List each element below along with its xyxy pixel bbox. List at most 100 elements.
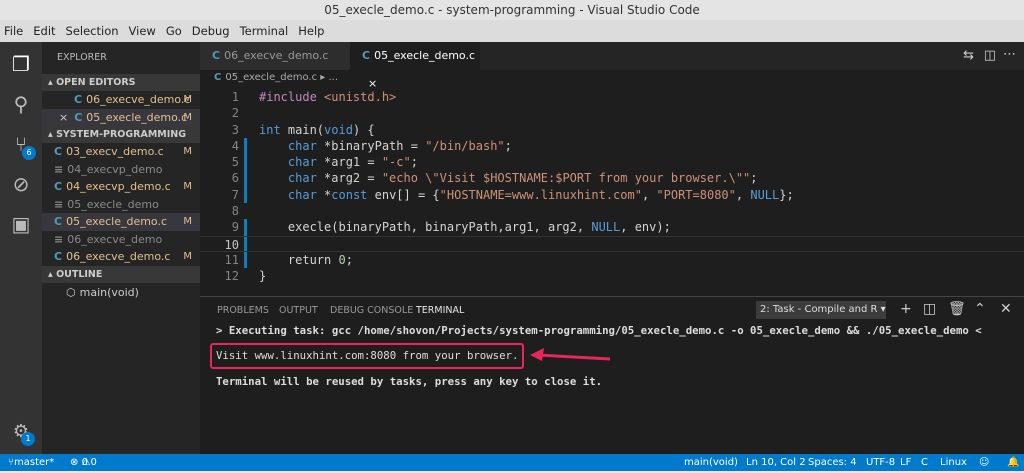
modified-gutter-marker [244, 236, 247, 251]
project-label: SYSTEM-PROGRAMMING [56, 129, 187, 140]
c-file-icon: C [54, 215, 63, 228]
cursor-position[interactable]: Ln 10, Col 2 [746, 454, 806, 471]
more-actions-icon[interactable]: ⋯ [1003, 47, 1016, 62]
breadcrumb-file[interactable]: 05_execle_demo.c [225, 72, 317, 83]
tab-output[interactable]: OUTPUT [279, 305, 318, 316]
c-file-icon: C [212, 49, 221, 62]
chevron-up-icon[interactable]: ⌃ [974, 301, 986, 317]
code-line: 9 execle(binaryPath, binaryPath,arg1, ar… [200, 219, 1024, 236]
extensions-icon[interactable]: ▣ [9, 212, 33, 236]
menu-view[interactable]: View [129, 24, 156, 38]
code-line: 10 [200, 235, 1024, 252]
code-token: "-c" [381, 155, 411, 170]
line-number: 8 [231, 204, 239, 219]
menu-debug[interactable]: Debug [192, 24, 230, 38]
code-token: char [259, 187, 325, 202]
split-editor-icon[interactable]: ◫ [984, 48, 996, 63]
code-token: int [259, 122, 288, 137]
code-token: "/bin/bash" [425, 138, 505, 153]
tab-06-execve[interactable]: C 06_execve_demo.c [200, 42, 350, 70]
encoding[interactable]: UTF-8 [866, 454, 895, 471]
code-token: }; [779, 187, 794, 202]
open-editor-item[interactable]: C 06_execve_demo.c M [42, 91, 200, 109]
explorer-icon[interactable]: ❐ [9, 52, 33, 76]
file-item[interactable]: ≡ 06_execve_demo [42, 231, 200, 249]
outline-item[interactable]: ⬡ main(void) [42, 283, 200, 303]
split-terminal-icon[interactable]: ◫ [923, 301, 936, 317]
tab-problems[interactable]: PROBLEMS [217, 305, 269, 316]
file-name: 04_execvp_demo.c [66, 180, 171, 193]
tab-debug-console[interactable]: DEBUG CONSOLE [330, 305, 413, 316]
tab-05-execle[interactable]: C 05_execle_demo.c × [350, 42, 480, 90]
file-item[interactable]: C 03_execv_demo.c M [42, 143, 200, 161]
tab-terminal[interactable]: TERMINAL [416, 305, 464, 316]
file-item[interactable]: ≡ 04_execvp_demo [42, 161, 200, 179]
code-text: char *binaryPath = "/bin/bash"; [259, 138, 512, 154]
status-scope[interactable]: main(void) [684, 454, 738, 471]
code-token: void [324, 122, 353, 137]
terminal-panel: PROBLEMS OUTPUT DEBUG CONSOLE TERMINAL 2… [200, 296, 1024, 454]
menu-file[interactable]: File [4, 24, 23, 38]
modified-gutter-marker [244, 154, 247, 171]
code-token: execle(binaryPath, binaryPath,arg1, arg2… [259, 220, 592, 235]
modified-gutter-marker [244, 219, 247, 236]
line-number: 1 [231, 90, 239, 104]
code-text: return 0; [259, 252, 353, 268]
code-text: char *const env[] = {"HOSTNAME=www.linux… [259, 187, 794, 203]
menu-terminal[interactable]: Terminal [240, 24, 289, 38]
code-line: 4 char *binaryPath = "/bin/bash"; [200, 137, 1024, 155]
file-name: 03_execv_demo.c [66, 145, 164, 158]
menu-edit[interactable]: Edit [33, 24, 55, 38]
code-editor[interactable]: 1 #include <unistd.h> 2 3 int main(void) {4 … [200, 89, 1024, 285]
file-item[interactable]: C 05_execle_demo.c M [42, 213, 200, 231]
file-item[interactable]: ≡ 05_execle_demo [42, 196, 200, 214]
open-editor-item[interactable]: × C 05_execle_demo.c M [42, 108, 200, 126]
menu-go[interactable]: Go [166, 24, 182, 38]
project-header[interactable]: ▴ SYSTEM-PROGRAMMING [42, 126, 200, 143]
problems-indicator[interactable]: ⊗ 0 ⚠ 0 [70, 454, 97, 471]
outline-header[interactable]: ▴ OUTLINE [42, 265, 200, 283]
breadcrumb-rest[interactable]: ▸ ... [320, 72, 338, 83]
code-token: , [641, 187, 657, 202]
c-file-icon: C [54, 250, 63, 263]
file-item[interactable]: C 04_execvp_demo.c M [42, 178, 200, 196]
language-mode[interactable]: C [921, 454, 928, 471]
menu-help[interactable]: Help [298, 24, 324, 38]
file-name: 06_execve_demo.c [86, 93, 191, 106]
code-token: env[] = { [374, 187, 440, 202]
terminal-line: > Executing task: gcc /home/shovon/Proje… [216, 324, 982, 337]
indentation[interactable]: Spaces: 4 [808, 454, 857, 471]
plus-icon[interactable]: + [900, 301, 912, 317]
code-token: ; [345, 252, 353, 267]
feedback-icon[interactable]: ☺ [979, 454, 989, 471]
file-item[interactable]: C 06_execve_demo.c M [42, 248, 200, 266]
explorer-sidebar: EXPLORER ▴ OPEN EDITORS C 06_execve_demo.… [42, 42, 200, 454]
open-changes-icon[interactable]: ⇆ [963, 48, 974, 63]
highlight-box [210, 343, 524, 369]
menu-selection[interactable]: Selection [66, 24, 119, 38]
breadcrumb: C 05_execle_demo.c ▸ ... [214, 72, 338, 83]
branch-indicator[interactable]: ⑂ master* [8, 454, 54, 471]
close-icon[interactable]: × [59, 111, 68, 124]
close-icon[interactable]: ✕ [1000, 301, 1012, 317]
bell-icon[interactable]: 🔔 [1007, 454, 1019, 471]
modified-gutter-marker [244, 137, 247, 155]
branch-name: master* [14, 457, 55, 468]
platform[interactable]: Linux [940, 454, 967, 471]
open-editors-header[interactable]: ▴ OPEN EDITORS [42, 74, 200, 91]
tab-label: 06_execve_demo.c [224, 49, 329, 62]
line-ending[interactable]: LF [900, 454, 911, 471]
line-number: 11 [224, 252, 239, 267]
debug-icon[interactable]: ⊘ [9, 172, 33, 196]
terminal-select[interactable]: 2: Task - Compile and R ▾ [756, 301, 886, 319]
outline-label: OUTLINE [56, 268, 103, 280]
binary-file-icon: ≡ [54, 232, 64, 246]
modified-badge: M [183, 216, 192, 227]
search-icon[interactable]: ⚲ [9, 92, 33, 116]
code-token: const [331, 187, 375, 202]
activity-bar: ❐ ⚲ ⑂ 6 ⊘ ▣ ⚙ 1 [0, 42, 42, 454]
line-number: 3 [231, 122, 239, 137]
title-bar: 05_execle_demo.c - system-programming - … [0, 0, 1024, 20]
tab-label: 05_execle_demo.c [374, 49, 476, 62]
trash-icon[interactable]: 🗑 [948, 301, 966, 317]
